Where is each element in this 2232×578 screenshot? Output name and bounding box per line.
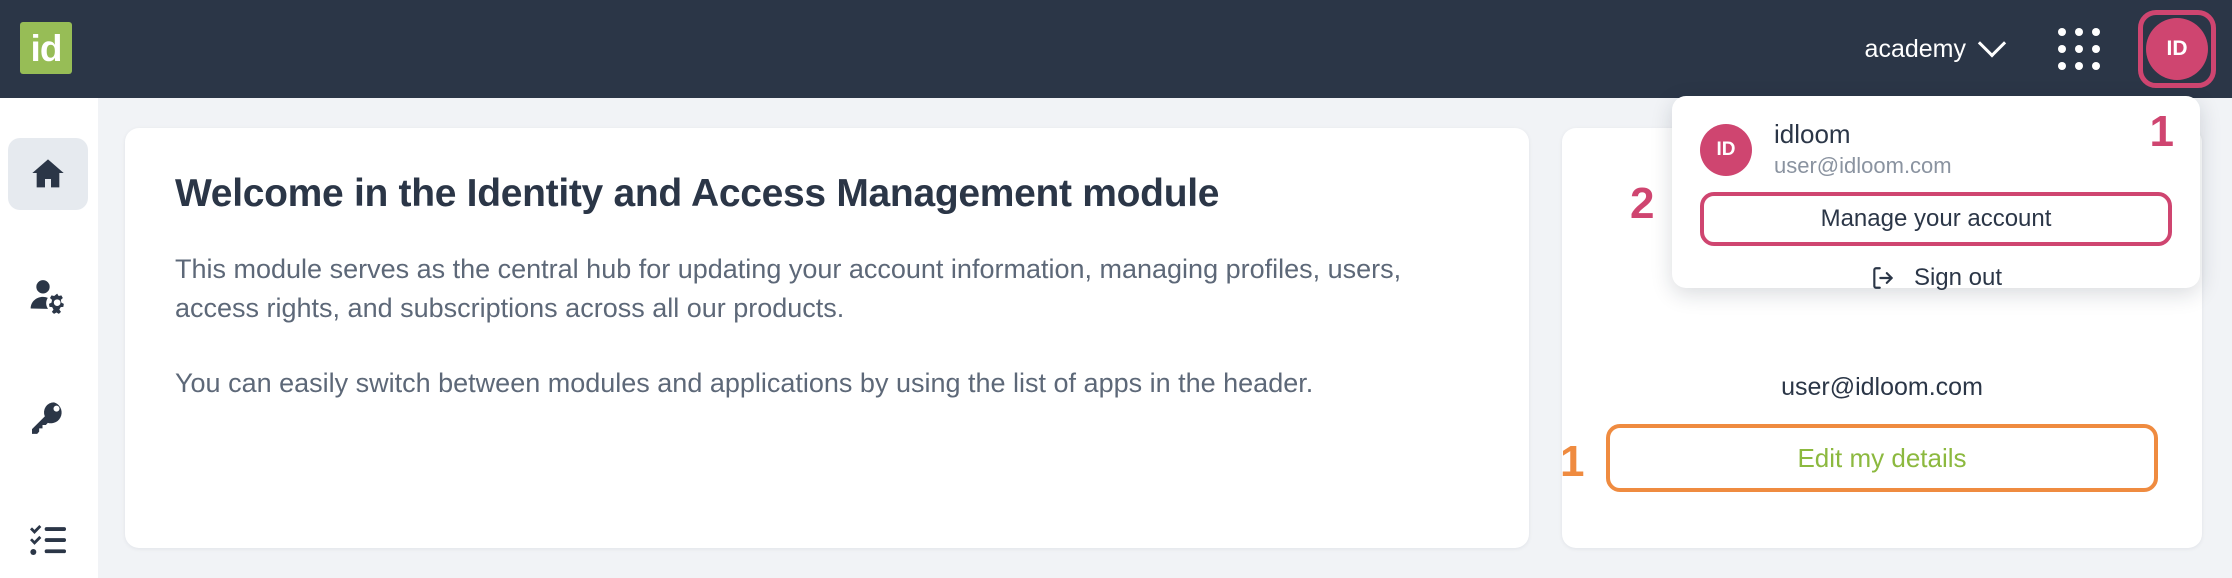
dropdown-user-name: idloom [1774, 119, 1851, 149]
sidebar-item-home[interactable] [8, 138, 88, 210]
key-icon [32, 402, 62, 434]
user-avatar-button[interactable]: ID [2138, 10, 2216, 88]
logout-icon [1873, 267, 1893, 289]
annotation-marker-avatar: 1 [2149, 107, 2174, 156]
sidebar-item-access-rights[interactable] [8, 382, 88, 454]
app-grid-dot [2075, 28, 2083, 36]
welcome-card: Welcome in the Identity and Access Manag… [125, 128, 1529, 548]
app-grid-dot [2058, 28, 2066, 36]
organization-name: academy [1864, 34, 1966, 63]
annotation-marker-1: 1 [1560, 437, 1585, 486]
sidebar-item-subscriptions[interactable] [8, 504, 88, 576]
app-grid-dot [2058, 62, 2066, 70]
page-title: Welcome in the Identity and Access Manag… [175, 172, 1220, 215]
app-grid-icon[interactable] [2058, 28, 2100, 70]
annotation-marker-manage: 2 [1630, 179, 1655, 228]
sign-out-button[interactable]: Sign out [1672, 264, 2200, 292]
chevron-down-icon [1977, 29, 2007, 58]
left-sidebar [0, 98, 98, 578]
checklist-icon [30, 525, 66, 555]
sign-out-label: Sign out [1913, 264, 2003, 291]
avatar-highlight-box [2138, 10, 2216, 88]
app-logo[interactable]: id [20, 22, 72, 74]
home-icon [32, 159, 64, 188]
welcome-paragraph-1: This module serves as the central hub fo… [175, 254, 1402, 324]
organization-switcher[interactable]: academy [1864, 29, 2007, 64]
app-grid-dot [2092, 28, 2100, 36]
app-grid-dot [2092, 45, 2100, 53]
manage-your-account-button[interactable]: Manage your account [1700, 192, 2172, 246]
app-grid-dot [2075, 45, 2083, 53]
app-grid-dot [2092, 62, 2100, 70]
dropdown-user-email: user@idloom.com [1774, 152, 1952, 178]
sidebar-item-user-settings[interactable] [8, 260, 88, 332]
dropdown-user-text: idloom user@idloom.com [1774, 119, 1952, 180]
app-grid-dot [2075, 62, 2083, 70]
edit-my-details-button[interactable]: Edit my details [1606, 424, 2158, 492]
dropdown-avatar: ID [1700, 124, 1752, 177]
header-right-group: academy ID [1865, 0, 2232, 98]
profile-email: user@idloom.com [1781, 373, 1983, 401]
top-header: id academy ID [0, 0, 2232, 98]
welcome-paragraph-2: You can easily switch between modules an… [175, 368, 1314, 399]
user-settings-icon [30, 280, 64, 314]
app-grid-dot [2058, 45, 2066, 53]
dropdown-user-info: ID idloom user@idloom.com [1700, 119, 1952, 180]
account-dropdown-menu: 1 2 ID idloom user@idloom.com Manage you… [1630, 96, 2200, 291]
